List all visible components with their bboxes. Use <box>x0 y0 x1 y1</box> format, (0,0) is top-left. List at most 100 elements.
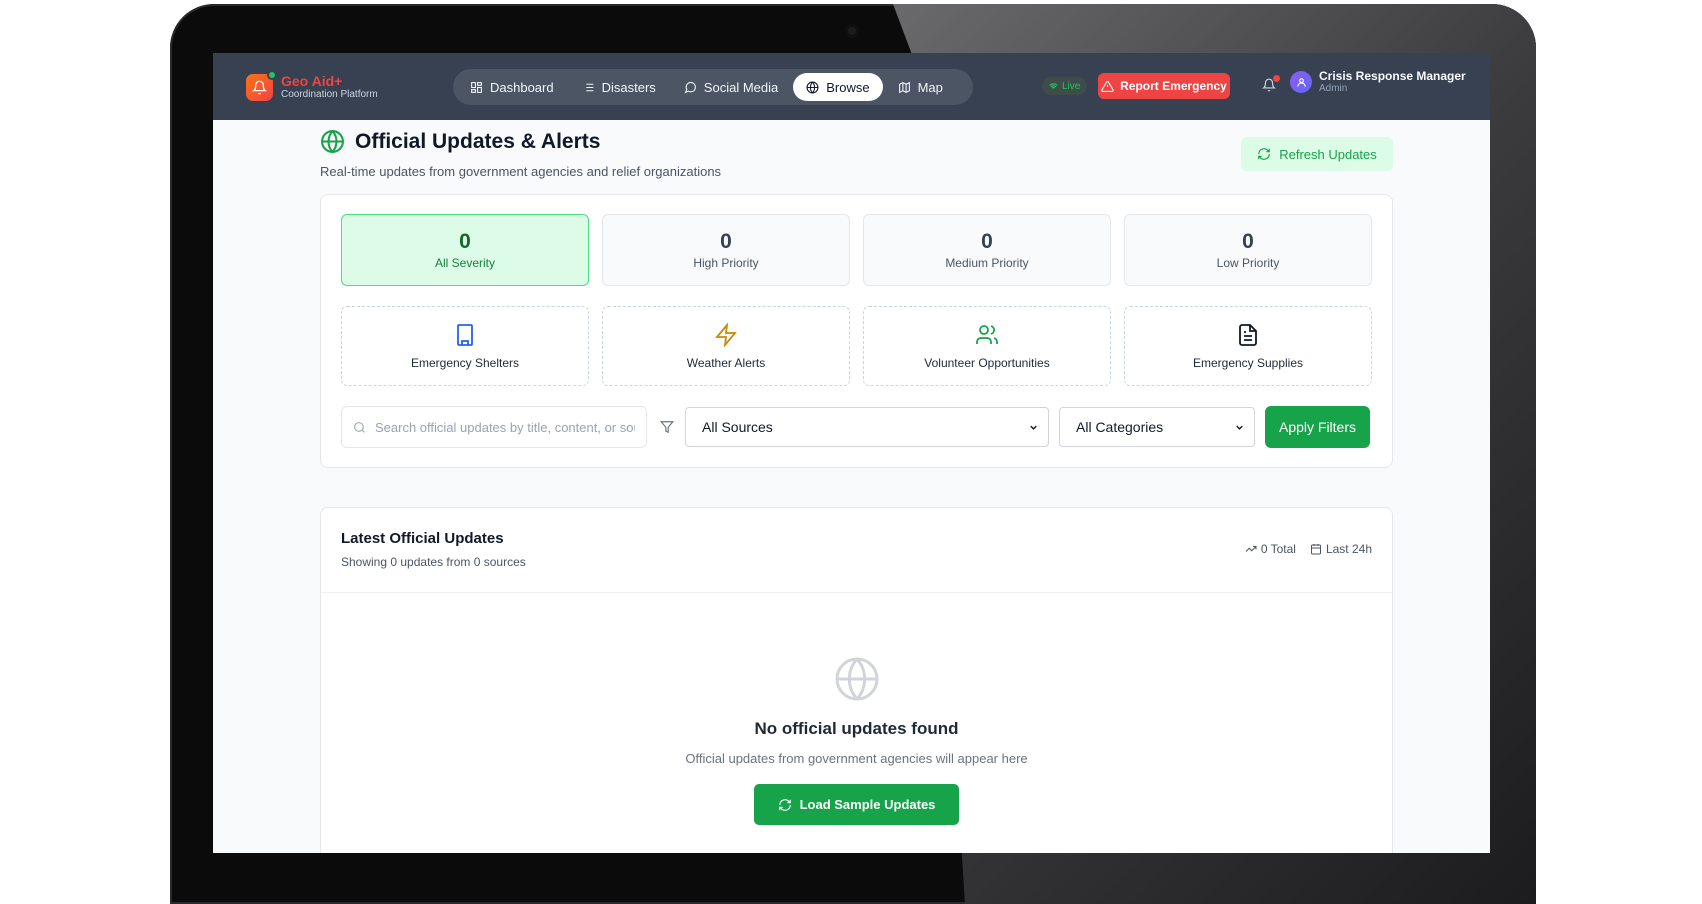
updates-header: Latest Official Updates Showing 0 update… <box>341 530 526 569</box>
filter-panel: 0 All Severity 0 High Priority 0 Medium … <box>320 194 1393 468</box>
updates-meta: 0 Total Last 24h <box>1245 542 1372 556</box>
map-icon <box>898 81 910 93</box>
category-volunteer-opportunities[interactable]: Volunteer Opportunities <box>863 306 1111 386</box>
search-box[interactable] <box>341 406 647 448</box>
lightning-icon <box>715 322 737 347</box>
user-icon <box>1296 77 1306 87</box>
chevron-down-icon <box>1236 425 1243 430</box>
empty-title: No official updates found <box>754 719 959 738</box>
live-badge: Live <box>1042 77 1088 95</box>
top-navbar: Geo Aid+ Coordination Platform Dashboard… <box>213 53 1490 120</box>
severity-medium[interactable]: 0 Medium Priority <box>863 214 1111 286</box>
building-icon <box>457 323 473 346</box>
notifications-bell-icon[interactable] <box>1261 75 1280 94</box>
category-shortcuts: Emergency Shelters Weather Alerts Volunt… <box>341 306 1372 386</box>
brand-name: Geo Aid+ <box>281 73 343 89</box>
avatar <box>1290 71 1312 93</box>
updates-title: Latest Official Updates <box>341 530 504 547</box>
brand[interactable]: Geo Aid+ Coordination Platform <box>246 69 378 101</box>
category-weather-alerts[interactable]: Weather Alerts <box>602 306 850 386</box>
main-nav: Dashboard Disasters Social Media Browse … <box>453 69 973 105</box>
users-icon <box>976 324 998 344</box>
category-emergency-supplies[interactable]: Emergency Supplies <box>1124 306 1372 386</box>
page-header: Official Updates & Alerts Real-time upda… <box>320 129 722 180</box>
nav-browse[interactable]: Browse <box>793 73 883 101</box>
grid-icon <box>471 81 482 93</box>
document-icon <box>1239 323 1257 346</box>
severity-label: All Severity <box>434 256 496 270</box>
webcam <box>845 24 859 38</box>
load-sample-updates-button[interactable]: Load Sample Updates <box>754 784 959 825</box>
category-label: Emergency Shelters <box>410 355 520 370</box>
refresh-icon <box>778 798 791 811</box>
page-title-text: Official Updates & Alerts <box>355 129 601 153</box>
divider <box>321 592 1392 593</box>
refresh-icon <box>1258 148 1271 160</box>
load-label: Load Sample Updates <box>799 797 936 812</box>
window-label: Last 24h <box>1325 542 1372 556</box>
severity-label: Medium Priority <box>945 256 1029 270</box>
category-emergency-shelters[interactable]: Emergency Shelters <box>341 306 589 386</box>
brand-subtitle: Coordination Platform <box>281 89 378 100</box>
total-count: 0 Total <box>1245 542 1296 556</box>
report-emergency-button[interactable]: Report Emergency <box>1098 73 1230 99</box>
nav-label: Disasters <box>601 79 656 95</box>
total-label: 0 Total <box>1260 542 1296 556</box>
severity-label: High Priority <box>693 256 759 270</box>
categories-select[interactable]: All Categories <box>1059 407 1255 447</box>
sources-select[interactable]: All Sources <box>685 407 1049 447</box>
category-label: Weather Alerts <box>686 355 766 370</box>
app-screen: Geo Aid+ Coordination Platform Dashboard… <box>213 53 1490 853</box>
notification-dot <box>1273 75 1280 82</box>
nav-disasters[interactable]: Disasters <box>569 73 669 101</box>
user-role: Admin <box>1319 83 1348 94</box>
refresh-label: Refresh Updates <box>1279 146 1377 162</box>
severity-low[interactable]: 0 Low Priority <box>1124 214 1372 286</box>
globe-icon <box>835 657 878 701</box>
nav-label: Dashboard <box>490 79 554 95</box>
report-label: Report Emergency <box>1120 79 1227 93</box>
nav-label: Browse <box>826 79 870 95</box>
filter-funnel-icon <box>660 421 674 434</box>
refresh-updates-button[interactable]: Refresh Updates <box>1241 137 1393 171</box>
chat-bubble-icon <box>684 81 696 93</box>
severity-label: Low Priority <box>1216 256 1280 270</box>
live-label: Live <box>1062 80 1081 92</box>
page-title: Official Updates & Alerts <box>320 129 721 154</box>
severity-count: 0 <box>720 230 732 253</box>
category-label: Volunteer Opportunities <box>924 355 1050 370</box>
page-subtitle: Real-time updates from government agenci… <box>320 164 722 179</box>
severity-count: 0 <box>981 230 993 253</box>
globe-icon <box>806 81 819 93</box>
search-input[interactable] <box>375 419 635 435</box>
search-icon <box>354 421 365 433</box>
category-label: Emergency Supplies <box>1192 355 1304 370</box>
nav-label: Social Media <box>703 79 779 95</box>
empty-subtitle: Official updates from government agencie… <box>685 751 1028 766</box>
time-window: Last 24h <box>1310 542 1372 556</box>
severity-all[interactable]: 0 All Severity <box>341 214 589 286</box>
nav-label: Map <box>917 79 943 95</box>
nav-social-media[interactable]: Social Media <box>671 73 791 101</box>
severity-count: 0 <box>1242 230 1254 253</box>
nav-map[interactable]: Map <box>885 73 956 101</box>
chevron-down-icon <box>1030 425 1037 430</box>
warning-triangle-icon <box>1101 80 1114 92</box>
severity-high[interactable]: 0 High Priority <box>602 214 850 286</box>
online-dot <box>267 69 277 80</box>
trending-up-icon <box>1245 546 1257 552</box>
categories-select-value: All Categories <box>1076 419 1164 435</box>
severity-count: 0 <box>459 230 471 253</box>
wifi-icon <box>1049 82 1058 90</box>
empty-state: No official updates found Official updat… <box>321 655 1392 825</box>
alert-bell-logo-icon <box>246 69 277 101</box>
globe-icon <box>321 130 344 153</box>
apply-filters-button[interactable]: Apply Filters <box>1265 406 1370 448</box>
filter-controls: All Sources All Categories Apply Filters <box>341 406 1370 448</box>
list-icon <box>583 83 593 91</box>
updates-subtitle: Showing 0 updates from 0 sources <box>341 555 526 569</box>
user-name: Crisis Response Manager <box>1319 69 1466 83</box>
sources-select-value: All Sources <box>702 419 773 435</box>
nav-dashboard[interactable]: Dashboard <box>457 73 567 101</box>
user-menu[interactable]: Crisis Response Manager Admin <box>1290 69 1466 95</box>
